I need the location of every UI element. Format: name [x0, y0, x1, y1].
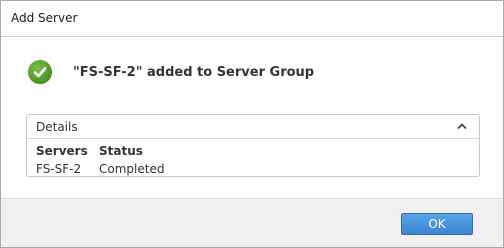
details-header[interactable]: Details — [27, 115, 479, 139]
dialog-title: Add Server — [11, 11, 78, 25]
server-status-cell: Completed — [99, 162, 165, 176]
column-header-servers: Servers — [36, 144, 88, 158]
status-message: "FS-SF-2" added to Server Group — [28, 59, 314, 85]
column-header-status: Status — [99, 144, 143, 158]
title-divider — [1, 36, 503, 37]
add-server-dialog: Add Server "FS-SF-2" added to Server Gro… — [0, 0, 504, 248]
dialog-footer: OK — [1, 198, 503, 247]
chevron-up-icon[interactable] — [457, 122, 467, 130]
message-text: "FS-SF-2" added to Server Group — [73, 64, 315, 80]
details-header-label: Details — [36, 120, 78, 134]
server-name-cell: FS-SF-2 — [36, 162, 82, 176]
details-panel: Details Servers Status FS-SF-2 Completed — [26, 114, 480, 177]
success-check-icon — [28, 60, 52, 84]
title-bar: Add Server — [1, 1, 503, 37]
ok-button[interactable]: OK — [401, 213, 473, 235]
